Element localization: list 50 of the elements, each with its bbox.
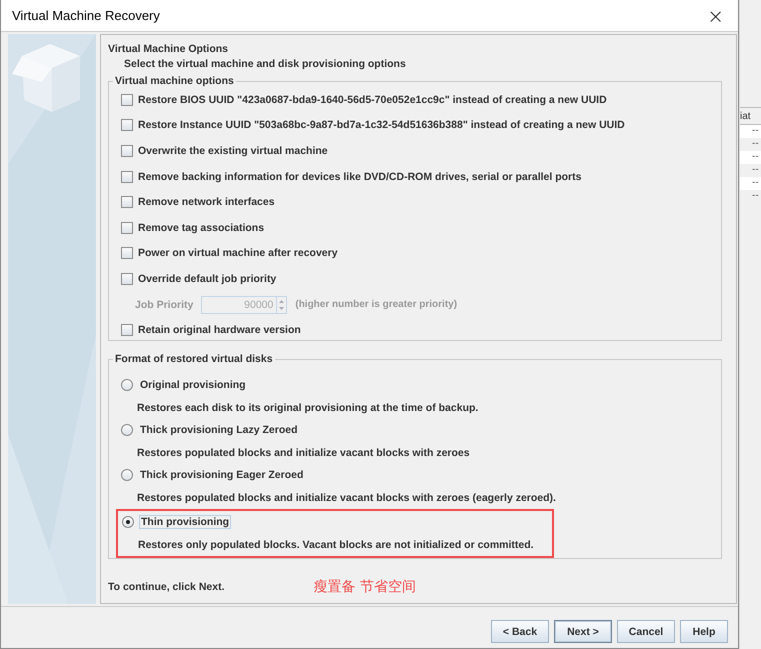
- window-title: Virtual Machine Recovery: [12, 8, 160, 23]
- table-cell-text: --: [751, 164, 760, 177]
- radio-button[interactable]: [121, 469, 133, 482]
- field-label: Job Priority: [135, 298, 194, 311]
- page-subtitle: Select the virtual machine and disk provisioning options: [124, 58, 407, 70]
- wizard-button[interactable]: Help: [680, 620, 728, 643]
- checkbox-label[interactable]: Power on virtual machine after recovery: [138, 247, 338, 260]
- radio-button[interactable]: [121, 379, 133, 392]
- checkbox-label[interactable]: Retain original hardware version: [138, 324, 301, 336]
- checkbox[interactable]: [121, 144, 133, 157]
- annotation-text: 瘦置备 节省空间: [314, 578, 416, 596]
- radio-label[interactable]: Thick provisioning Lazy Zeroed: [138, 423, 300, 438]
- checkbox[interactable]: [121, 324, 133, 336]
- checkbox[interactable]: [121, 119, 133, 132]
- page-title: Virtual Machine Options: [108, 43, 229, 55]
- table-cell-text: --: [751, 138, 760, 151]
- option-description: Restores populated blocks and initialize vacant blocks with zeroes: [137, 446, 470, 459]
- checkbox[interactable]: [121, 222, 133, 234]
- table-cell: --: [740, 125, 761, 138]
- wizard-button[interactable]: Cancel: [617, 620, 675, 643]
- checkbox-label[interactable]: Restore BIOS UUID "423a0687-bda9-1640-56d5-70e052e1cc9c" instead of creating a new UUID: [138, 94, 607, 106]
- radio-button[interactable]: [121, 424, 133, 436]
- radio-label[interactable]: Thin provisioning: [139, 515, 232, 530]
- wizard-button[interactable]: < Back: [491, 620, 549, 643]
- checkbox[interactable]: [121, 94, 133, 106]
- hint-text: (higher number is greater priority): [295, 299, 458, 310]
- wizard-button[interactable]: Next >: [554, 620, 612, 643]
- checkbox[interactable]: [121, 247, 133, 260]
- group-label: Virtual machine options: [114, 75, 235, 87]
- table-cell-text: --: [751, 190, 760, 203]
- table-cell: --: [740, 177, 761, 190]
- close-button[interactable]: ×: [701, 4, 730, 28]
- option-description: Restores each disk to its original provisioning at the time of backup.: [137, 402, 478, 414]
- radio-label[interactable]: Thick provisioning Eager Zeroed: [138, 468, 306, 482]
- radio-label[interactable]: Original provisioning: [138, 378, 248, 392]
- checkbox-label[interactable]: Remove backing information for devices like DVD/CD-ROM drives, serial or parallel ports: [138, 170, 582, 183]
- option-description: Restores populated blocks and initialize vacant blocks with zeroes (eagerly zeroed).: [137, 492, 556, 504]
- table-cell: --: [740, 151, 761, 164]
- checkbox[interactable]: [121, 196, 133, 208]
- checkbox-label[interactable]: Override default job priority: [138, 272, 276, 285]
- checkbox-label[interactable]: Remove tag associations: [138, 222, 264, 234]
- group-label: Format of restored virtual disks: [114, 353, 274, 365]
- checkbox-label[interactable]: Overwrite the existing virtual machine: [138, 144, 328, 157]
- checkbox[interactable]: [121, 272, 133, 285]
- checkbox[interactable]: [121, 170, 133, 183]
- option-description: Restores only populated blocks. Vacant blocks are not initialized or committed.: [138, 538, 534, 551]
- hint-text: To continue, click Next.: [108, 581, 224, 593]
- checkbox-label[interactable]: Remove network interfaces: [138, 196, 275, 208]
- radio-button[interactable]: [122, 516, 134, 528]
- checkbox-label[interactable]: Restore Instance UUID "503a68bc-9a87-bd7a-1c32-54d51636b388" instead of creating a new UUID: [138, 119, 625, 132]
